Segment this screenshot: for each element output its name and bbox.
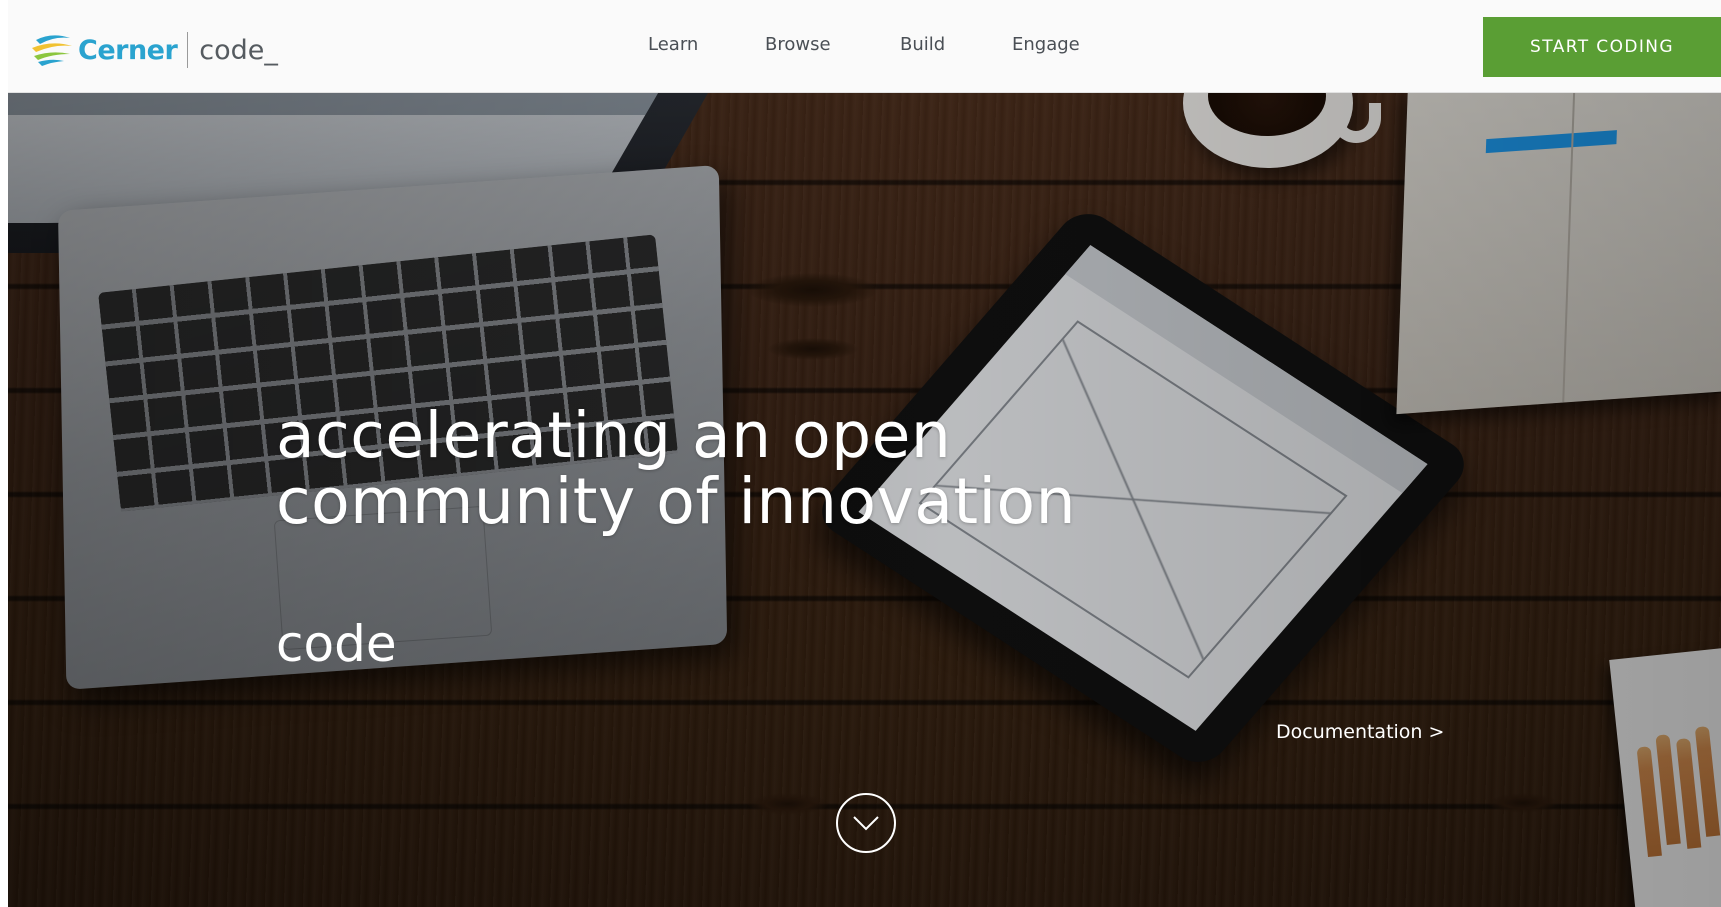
hero-headline-line-1: accelerating an open bbox=[276, 399, 952, 472]
nav-item-build[interactable]: Build bbox=[900, 34, 945, 55]
nav-item-browse[interactable]: Browse bbox=[765, 34, 831, 55]
main-nav: Learn Browse Build Engage bbox=[8, 34, 1721, 58]
start-coding-button[interactable]: START CODING bbox=[1483, 17, 1721, 77]
documentation-link[interactable]: Documentation > bbox=[1276, 721, 1444, 743]
hero-headline: accelerating an open community of innova… bbox=[276, 403, 1276, 535]
chevron-down-icon bbox=[853, 816, 879, 831]
site-header: Cerner code_ Learn Browse Build Engage S… bbox=[8, 0, 1721, 93]
nav-item-learn[interactable]: Learn bbox=[648, 34, 698, 55]
hero-banner: accelerating an open community of innova… bbox=[8, 93, 1721, 907]
nav-item-engage[interactable]: Engage bbox=[1012, 34, 1080, 55]
hero-subhead: code bbox=[276, 615, 397, 673]
hero-headline-line-2: community of innovation bbox=[276, 465, 1077, 538]
scroll-down-button[interactable] bbox=[836, 793, 896, 853]
